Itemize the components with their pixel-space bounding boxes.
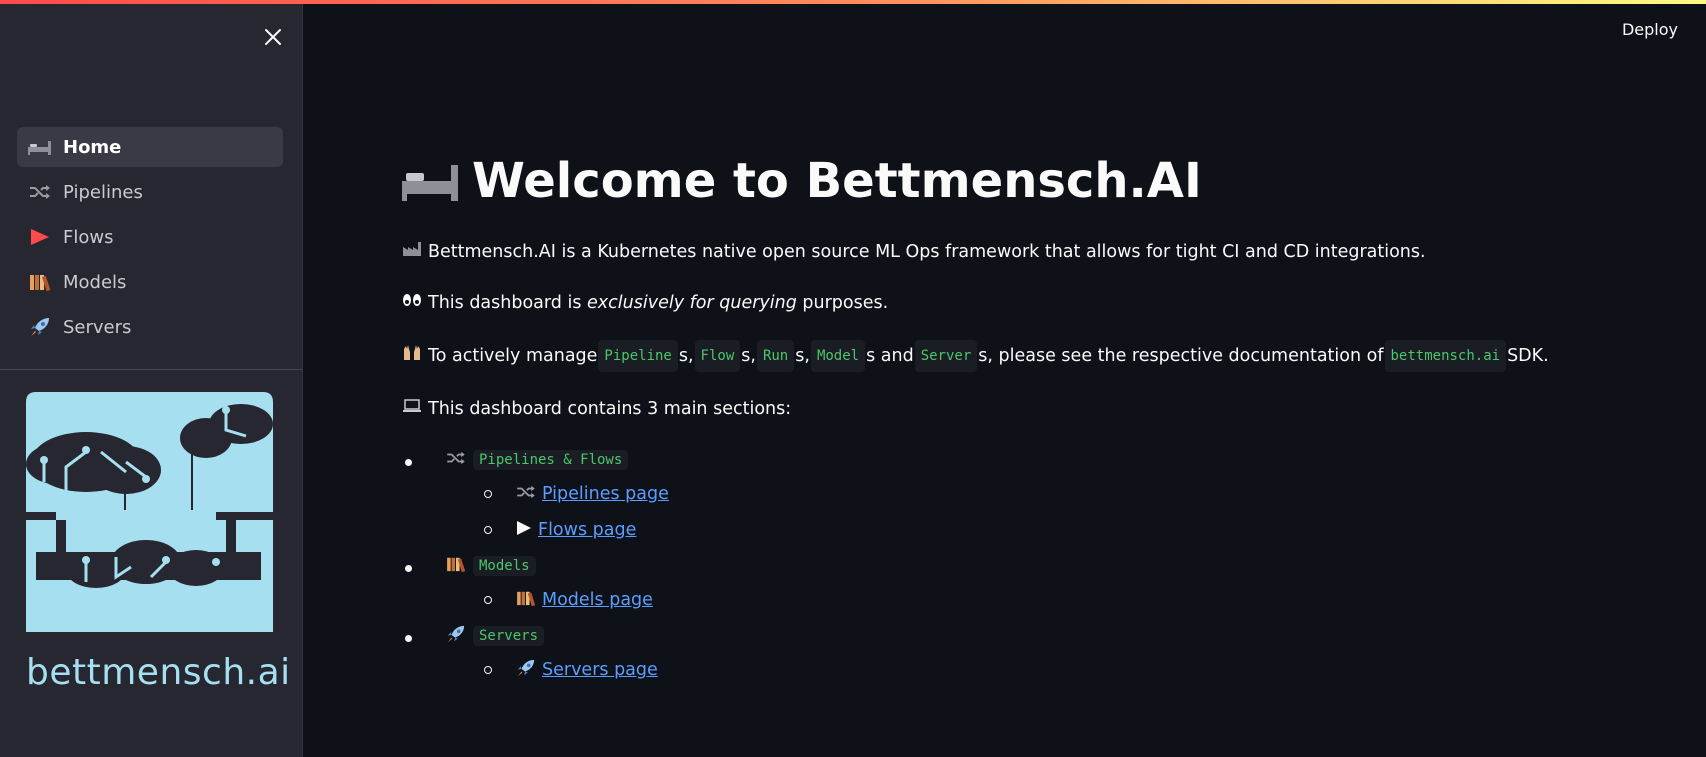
code-section-servers: Servers [473, 626, 545, 646]
laptop-icon [402, 395, 422, 423]
code-model: Model [810, 340, 866, 372]
raised-hands-icon [402, 342, 422, 370]
list-item: Flows page [446, 516, 1662, 544]
manage-suffix-mid: s, please see the respective documentati… [978, 346, 1384, 366]
sidebar: Home Pipelines Flows Models Servers bett… [0, 4, 303, 757]
rocket-icon [27, 316, 53, 338]
code-flow: Flow [694, 340, 741, 372]
sidebar-item-label: Models [63, 271, 127, 293]
sidebar-nav: Home Pipelines Flows Models Servers [17, 127, 283, 352]
shuffle-icon [516, 484, 536, 504]
code-server: Server [914, 340, 978, 372]
query-paragraph: This dashboard is exclusively for queryi… [402, 289, 1662, 317]
play-triangle-icon [27, 226, 53, 248]
page-title: Welcome to Bettmensch.AI [402, 150, 1662, 212]
manage-suffix-end: SDK. [1507, 346, 1549, 366]
bed-icon [402, 165, 458, 201]
rocket-icon [516, 659, 536, 682]
list-item: Models Models page [402, 552, 1662, 614]
sections-paragraph: This dashboard contains 3 main sections: [402, 395, 1662, 423]
page-title-text: Welcome to Bettmensch.AI [472, 153, 1202, 209]
list-item: Pipelines & Flows Pipelines page Flows p… [402, 446, 1662, 544]
play-triangle-icon [516, 520, 532, 541]
sections-intro-text: This dashboard contains 3 main sections: [428, 399, 792, 419]
list-item: Pipelines page [446, 480, 1662, 508]
sub-list: Models page [446, 586, 1662, 614]
models-page-link[interactable]: Models page [542, 590, 653, 610]
books-icon [516, 590, 536, 611]
close-icon [265, 29, 281, 45]
shuffle-icon [446, 450, 466, 470]
sections-list: Pipelines & Flows Pipelines page Flows p… [402, 446, 1662, 684]
code-section-models: Models [473, 556, 536, 576]
close-sidebar-button[interactable] [259, 23, 287, 51]
sidebar-item-label: Home [63, 136, 122, 158]
code-sdk: bettmensch.ai [1384, 340, 1507, 372]
books-icon [27, 271, 53, 293]
code-pipeline: Pipeline [598, 340, 678, 372]
intro-text: Bettmensch.AI is a Kubernetes native ope… [428, 242, 1426, 262]
query-text-suffix: purposes. [802, 293, 889, 313]
eyes-icon [402, 289, 422, 317]
deploy-button[interactable]: Deploy [1622, 20, 1678, 39]
sidebar-item-flows[interactable]: Flows [17, 217, 283, 257]
sidebar-divider [0, 369, 302, 370]
rocket-icon [446, 625, 466, 648]
sub-list: Servers page [446, 656, 1662, 684]
sidebar-item-label: Pipelines [63, 181, 143, 203]
sidebar-item-label: Flows [63, 226, 114, 248]
main-content: Welcome to Bettmensch.AI Bettmensch.AI i… [402, 150, 1662, 692]
bed-icon [27, 136, 53, 158]
flows-page-link[interactable]: Flows page [538, 520, 636, 540]
sidebar-item-home[interactable]: Home [17, 127, 283, 167]
code-run: Run [756, 340, 795, 372]
books-icon [446, 556, 466, 577]
manage-sep: s and [866, 346, 914, 366]
manage-sep: s, [678, 346, 694, 366]
code-section-pipelines-flows: Pipelines & Flows [473, 450, 629, 470]
logo-text: bettmensch.ai [26, 652, 291, 693]
list-item: Servers Servers page [402, 622, 1662, 684]
query-text-emphasis: exclusively for querying [587, 293, 797, 313]
pipelines-page-link[interactable]: Pipelines page [542, 484, 669, 504]
intro-paragraph: Bettmensch.AI is a Kubernetes native ope… [402, 238, 1662, 266]
sidebar-item-servers[interactable]: Servers [17, 307, 283, 347]
top-decoration-bar [0, 0, 1706, 4]
bettmensch-logo-image [26, 392, 273, 632]
sidebar-item-label: Servers [63, 316, 132, 338]
manage-sep: s, [741, 346, 756, 366]
factory-icon [402, 238, 422, 266]
manage-prefix: To actively manage [428, 346, 598, 366]
sidebar-item-pipelines[interactable]: Pipelines [17, 172, 283, 212]
query-text-prefix: This dashboard is [428, 293, 582, 313]
sub-list: Pipelines page Flows page [446, 480, 1662, 544]
manage-paragraph: To actively manage Pipeline s, Flow s, Run… [402, 340, 1662, 372]
servers-page-link[interactable]: Servers page [542, 660, 658, 680]
sidebar-item-models[interactable]: Models [17, 262, 283, 302]
list-item: Models page [446, 586, 1662, 614]
list-item: Servers page [446, 656, 1662, 684]
shuffle-icon [27, 181, 53, 203]
manage-sep: s, [795, 346, 810, 366]
